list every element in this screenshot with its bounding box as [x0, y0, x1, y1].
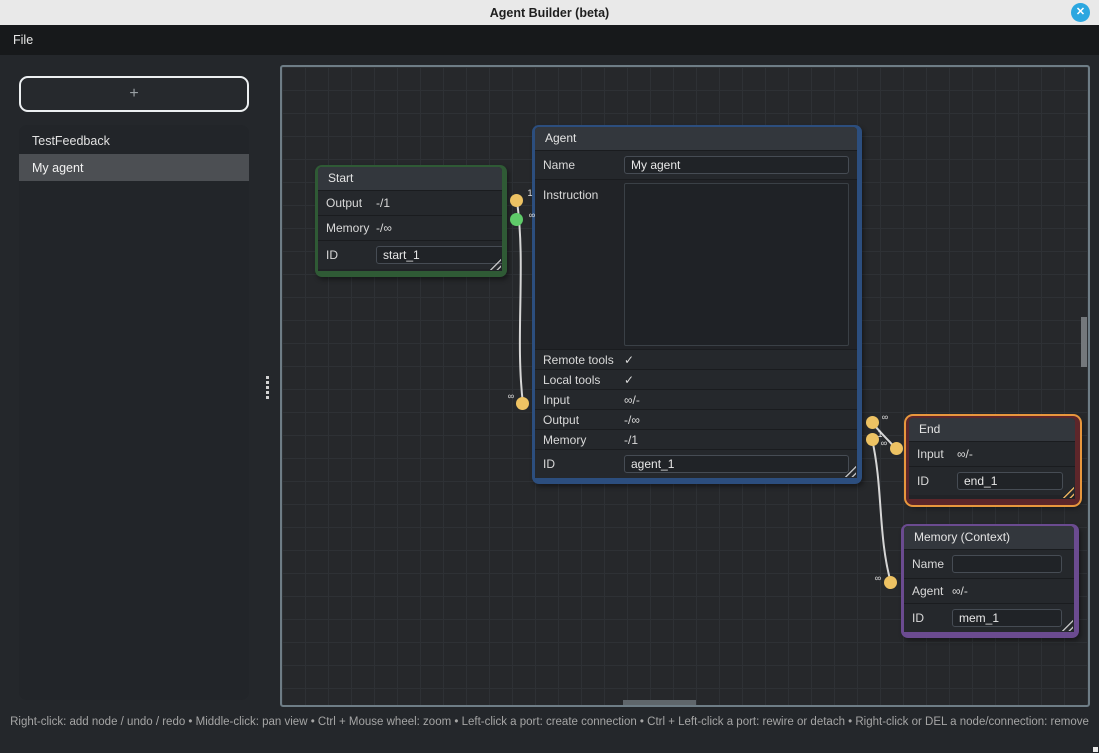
agent-id-input[interactable]: [624, 455, 849, 473]
canvas-horizontal-scrollbar[interactable]: [623, 700, 696, 705]
end-id-input[interactable]: [957, 472, 1063, 490]
agent-memory-label: Memory: [543, 433, 624, 447]
node-memory-header[interactable]: Memory (Context): [904, 526, 1074, 549]
memory-id-input[interactable]: [952, 609, 1062, 627]
app-window: Agent Builder (beta) ✕ File + TestFeedba…: [0, 0, 1099, 753]
start-output-label: Output: [326, 196, 376, 210]
node-agent-header[interactable]: Agent: [535, 127, 857, 150]
list-item-testfeedback[interactable]: TestFeedback: [19, 127, 249, 154]
window-resize-grip[interactable]: [1093, 747, 1098, 752]
node-end-header[interactable]: End: [909, 418, 1075, 441]
node-start-header[interactable]: Start: [318, 167, 502, 190]
port-agent-input[interactable]: [516, 397, 529, 410]
end-input-label: Input: [917, 447, 957, 461]
agent-local-tools-label: Local tools: [543, 373, 624, 387]
port-memory-agent[interactable]: [884, 576, 897, 589]
agent-memory-value: -/1: [624, 433, 638, 447]
memory-name-label: Name: [912, 557, 952, 571]
node-memory-context[interactable]: Memory (Context) Name Agent ∞/- ID: [901, 524, 1079, 638]
start-id-label: ID: [326, 248, 376, 262]
status-bar: Right-click: add node / undo / redo • Mi…: [0, 710, 1099, 732]
node-end[interactable]: End Input ∞/- ID: [906, 416, 1080, 505]
node-agent[interactable]: Agent Name Instruction Remote tools ✓ Lo…: [532, 125, 862, 484]
agent-list: TestFeedback My agent: [19, 125, 249, 700]
agent-id-label: ID: [543, 457, 624, 471]
start-output-value: -/1: [376, 196, 390, 210]
agent-remote-tools-checkmark[interactable]: ✓: [624, 353, 634, 367]
menu-bar: File: [0, 25, 1099, 55]
add-agent-button[interactable]: +: [19, 76, 249, 112]
canvas-vertical-scrollbar[interactable]: [1081, 317, 1087, 367]
port-start-memory[interactable]: [510, 213, 523, 226]
agent-instruction-label: Instruction: [543, 182, 624, 347]
memory-name-input[interactable]: [952, 555, 1062, 573]
agent-remote-tools-label: Remote tools: [543, 353, 624, 367]
memory-agent-label: Agent: [912, 584, 952, 598]
sidebar-splitter-handle[interactable]: [266, 376, 269, 401]
memory-id-label: ID: [912, 611, 952, 625]
end-input-value: ∞/-: [957, 447, 973, 461]
agent-output-value: -/∞: [624, 413, 640, 427]
start-memory-value: -/∞: [376, 221, 392, 235]
agent-input-value: ∞/-: [624, 393, 640, 407]
node-canvas[interactable]: Start Output -/1 Memory -/∞ ID: [280, 65, 1090, 707]
end-id-label: ID: [917, 474, 957, 488]
status-bar-help-text: Right-click: add node / undo / redo • Mi…: [1, 710, 1099, 732]
agent-input-label: Input: [543, 393, 624, 407]
plus-icon: +: [129, 85, 138, 103]
start-memory-label: Memory: [326, 221, 376, 235]
window-title: Agent Builder (beta): [490, 6, 609, 20]
agent-local-tools-checkmark[interactable]: ✓: [624, 373, 634, 387]
wire-start-to-agent[interactable]: [517, 201, 523, 404]
memory-agent-value: ∞/-: [952, 584, 968, 598]
menu-file[interactable]: File: [0, 33, 46, 47]
close-icon[interactable]: ✕: [1071, 3, 1090, 22]
agent-name-input[interactable]: [624, 156, 849, 174]
port-start-output[interactable]: [510, 194, 523, 207]
port-end-input[interactable]: [890, 442, 903, 455]
port-agent-memory[interactable]: [866, 433, 879, 446]
wire-agent-to-memory[interactable]: [872, 439, 891, 583]
start-id-input[interactable]: [376, 246, 502, 264]
port-agent-output[interactable]: [866, 416, 879, 429]
agent-output-label: Output: [543, 413, 624, 427]
list-item-my-agent[interactable]: My agent: [19, 154, 249, 181]
agent-instruction-input[interactable]: [624, 183, 849, 346]
node-start[interactable]: Start Output -/1 Memory -/∞ ID: [315, 165, 507, 277]
agent-name-label: Name: [543, 158, 624, 172]
title-bar: Agent Builder (beta) ✕: [0, 0, 1099, 25]
